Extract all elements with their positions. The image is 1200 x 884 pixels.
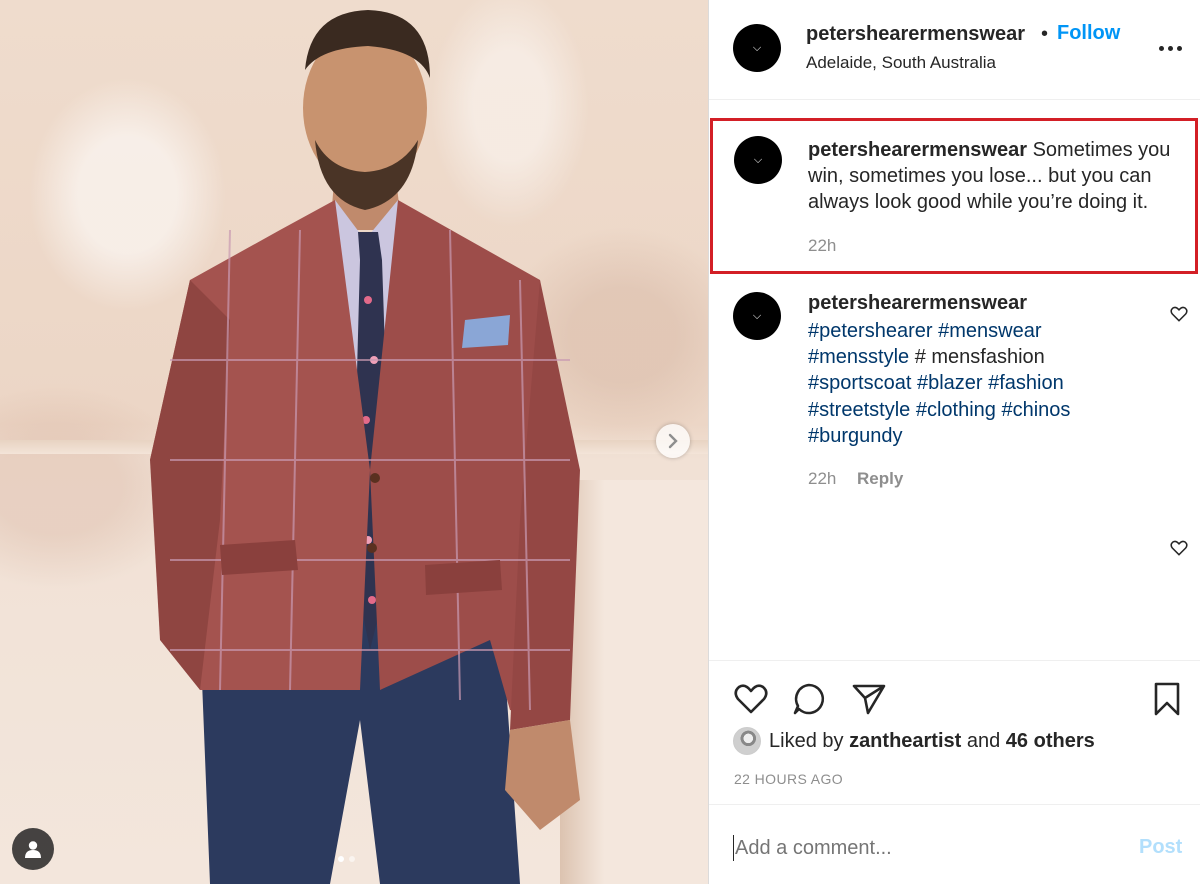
post-comment-button[interactable]: Post	[1139, 836, 1182, 859]
hashtag-comment: ⌵ petershearermenswear #petershearer #me…	[709, 288, 1200, 508]
more-horizontal-icon	[1159, 45, 1164, 51]
comment-hashtags: #petershearer #menswear #mensstyle # men…	[808, 318, 1138, 449]
like-comment-heart-icon[interactable]	[1169, 304, 1189, 324]
hashtag-link[interactable]: #menswear	[938, 320, 1041, 342]
likes-middle: and	[961, 729, 1006, 752]
liker-avatar[interactable]	[733, 727, 761, 755]
bookmark-save-icon[interactable]	[1149, 681, 1185, 717]
caption-text: petershearermenswear Sometimes you win, …	[808, 137, 1193, 215]
comment-text: # mensfashion	[909, 346, 1045, 369]
brand-logo-icon: ⌵	[752, 41, 762, 54]
next-slide-button[interactable]	[656, 424, 690, 458]
add-comment-bar: Post	[709, 804, 1200, 884]
hashtag-link[interactable]: #mensstyle	[808, 346, 909, 368]
hashtag-link[interactable]: #blazer	[917, 372, 983, 394]
hashtag-link[interactable]: #burgundy	[808, 425, 903, 447]
likes-prefix: Liked by	[769, 729, 850, 752]
hashtag-link[interactable]: #clothing	[916, 399, 996, 421]
avatar[interactable]: ⌵	[733, 24, 781, 72]
likes-others-link[interactable]: 46 others	[1006, 730, 1095, 753]
like-comment-heart-icon[interactable]	[1169, 538, 1189, 558]
comment-input[interactable]	[733, 835, 1093, 861]
share-send-icon[interactable]	[851, 681, 887, 717]
model-figure	[130, 0, 590, 884]
carousel-dot	[338, 856, 344, 862]
avatar[interactable]: ⌵	[733, 292, 781, 340]
more-options-button[interactable]	[1159, 36, 1185, 60]
hashtag-link[interactable]: #petershearer	[808, 320, 933, 342]
carousel-dot	[349, 856, 355, 862]
caption-highlight: ⌵ petershearermenswear Sometimes you win…	[710, 118, 1198, 274]
likes-summary: Liked by zantheartist and 46 others	[733, 727, 1095, 755]
comment-username[interactable]: petershearermenswear	[808, 292, 1027, 315]
chevron-right-icon	[668, 433, 678, 449]
separator-dot: •	[1041, 23, 1049, 45]
post-location[interactable]: Adelaide, South Australia	[806, 53, 996, 73]
user-icon	[25, 841, 41, 858]
hashtag-link[interactable]: #fashion	[988, 372, 1064, 394]
like-heart-icon[interactable]	[733, 681, 769, 717]
hashtag-link[interactable]: #chinos	[1001, 399, 1070, 421]
hashtag-link[interactable]: #streetstyle	[808, 399, 910, 421]
hashtag-link[interactable]: #sportscoat	[808, 372, 911, 394]
follow-button[interactable]: Follow	[1057, 22, 1120, 45]
post-photo[interactable]	[0, 0, 708, 884]
brand-logo-icon: ⌵	[752, 309, 762, 322]
comment-timestamp[interactable]: 22h	[808, 469, 836, 489]
tagged-users-button[interactable]	[12, 828, 54, 870]
avatar[interactable]: ⌵	[734, 136, 782, 184]
post-sidebar: ⌵ petershearermenswear • Follow Adelaide…	[708, 0, 1200, 884]
brand-logo-icon: ⌵	[753, 153, 763, 166]
post-username[interactable]: petershearermenswear	[806, 23, 1025, 46]
liker-username[interactable]: zantheartist	[849, 730, 961, 753]
reply-button[interactable]: Reply	[857, 469, 903, 489]
post-timestamp[interactable]: 22 HOURS AGO	[734, 771, 843, 787]
caption-timestamp[interactable]: 22h	[808, 236, 836, 256]
comment-bubble-icon[interactable]	[791, 681, 827, 717]
post-header: ⌵ petershearermenswear • Follow Adelaide…	[709, 0, 1200, 100]
caption-username[interactable]: petershearermenswear	[808, 139, 1027, 161]
carousel-indicator	[338, 856, 355, 862]
